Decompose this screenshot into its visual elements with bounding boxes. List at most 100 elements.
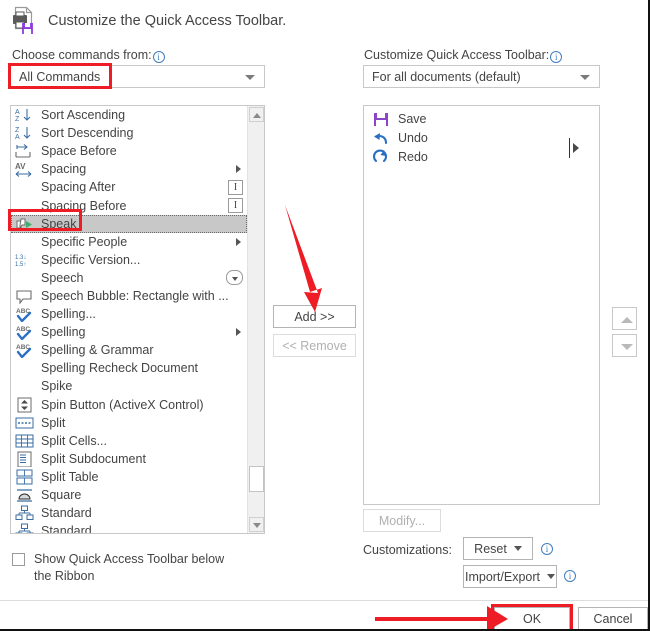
list-item[interactable]: ABC Spelling... (11, 305, 247, 323)
info-icon[interactable]: i (152, 51, 165, 63)
list-item[interactable]: Spin Button (ActiveX Control) (11, 396, 247, 414)
info-icon[interactable]: i (550, 51, 563, 63)
list-item-label: Specific Version... (41, 252, 141, 267)
list-item-label: Sort Ascending (41, 108, 126, 123)
move-down-arrow-icon[interactable] (612, 334, 637, 357)
customize-qat-text: Customize Quick Access Toolbar: (364, 48, 550, 62)
list-item[interactable]: AV Spacing (11, 160, 247, 178)
sort-descending-icon: Z A (15, 125, 35, 141)
list-item[interactable]: Specific People (11, 233, 247, 251)
list-item[interactable]: Redo (364, 147, 599, 166)
list-item-label: Sort Descending (41, 126, 134, 141)
available-commands-scrollbar[interactable] (247, 106, 264, 533)
scroll-down-arrow-icon[interactable] (249, 517, 264, 532)
list-item-label: Split (41, 415, 66, 430)
list-item[interactable]: Split Cells... (11, 432, 247, 450)
text-cursor-indicator (569, 138, 570, 158)
chevron-down-icon (513, 546, 522, 551)
speech-bubble-icon (15, 288, 35, 304)
list-item[interactable]: Square (11, 486, 247, 504)
svg-text:Z: Z (15, 127, 20, 134)
list-item[interactable]: 1.3↓ 1.5↑ Specific Version... (11, 251, 247, 269)
list-item[interactable]: Speech Bubble: Rectangle with ... (11, 287, 247, 305)
list-item-label: Spike (41, 379, 73, 394)
list-item-label: Standard (41, 506, 92, 521)
list-item-label: Square (41, 488, 82, 503)
chevron-down-icon (245, 74, 255, 80)
list-item-label: Speech Bubble: Rectangle with ... (41, 288, 229, 303)
choose-commands-value: All Commands (19, 69, 101, 84)
svg-text:1.5↑: 1.5↑ (15, 262, 26, 268)
list-item-label: Spelling... (41, 307, 96, 322)
split-cells-icon (15, 433, 35, 449)
ok-button-label: OK (522, 611, 542, 626)
customize-qat-label: Customize Quick Access Toolbar: i (364, 48, 563, 63)
scrollbar-thumb[interactable] (249, 466, 264, 492)
customize-qat-combobox[interactable]: For all documents (default) (363, 65, 600, 88)
spelling-abc-icon: ABC (15, 324, 35, 341)
textbox-icon: I (228, 180, 243, 196)
checkbox-box[interactable] (12, 553, 25, 566)
list-item[interactable]: Spacing After I (11, 178, 247, 196)
list-item[interactable]: Space Before (11, 142, 247, 160)
list-item[interactable]: Standard (11, 504, 247, 522)
list-item-label: Spelling Recheck Document (41, 361, 199, 376)
qat-commands-listbox[interactable]: Save Undo Redo (363, 105, 600, 505)
cancel-button[interactable]: Cancel (578, 607, 648, 629)
line-spacing-icon: 1.3↓ 1.5↑ (15, 252, 35, 268)
none (15, 179, 35, 195)
scroll-up-arrow-icon[interactable] (249, 107, 264, 122)
list-item[interactable]: Save (364, 109, 599, 128)
list-item[interactable]: Split Table (11, 468, 247, 486)
svg-text:A: A (15, 134, 20, 141)
choose-commands-from-combobox[interactable]: All Commands (10, 65, 265, 88)
available-commands-list[interactable]: A Z Sort Ascending Z A Sort Descending Sp… (11, 106, 247, 533)
list-item[interactable]: Standard (11, 522, 247, 533)
dialog-header: Customize the Quick Access Toolbar. (10, 6, 286, 36)
submenu-arrow-icon (236, 237, 241, 246)
spacing-av-icon: AV (15, 161, 35, 178)
list-item[interactable]: Spacing Before I (11, 196, 247, 214)
list-item[interactable]: Speak (11, 214, 247, 233)
textbox-icon: I (228, 198, 243, 214)
info-icon[interactable]: i (541, 543, 553, 555)
customize-qat-value: For all documents (default) (372, 69, 521, 84)
list-item[interactable]: A Z Sort Ascending (11, 106, 247, 124)
list-item-label: Spelling (41, 325, 86, 340)
space-before-icon (15, 143, 35, 159)
qat-commands-list[interactable]: Save Undo Redo (364, 109, 599, 166)
list-item[interactable]: Undo (364, 128, 599, 147)
available-commands-listbox[interactable]: A Z Sort Ascending Z A Sort Descending Sp… (10, 105, 265, 534)
ok-button[interactable]: OK (492, 605, 572, 629)
info-icon[interactable]: i (564, 570, 576, 582)
list-item-label: Split Subdocument (41, 451, 146, 466)
list-item-label: Specific People (41, 234, 128, 249)
submenu-arrow-icon (236, 165, 241, 174)
arrow-to-ok-button (375, 606, 508, 629)
list-item[interactable]: ABC Spelling (11, 323, 247, 341)
list-item-label: Spacing (41, 162, 87, 177)
none (15, 234, 35, 250)
chevron-down-icon (547, 574, 556, 579)
show-qat-below-ribbon-checkbox[interactable]: Show Quick Access Toolbar below the Ribb… (12, 551, 242, 585)
svg-text:1.3↓: 1.3↓ (15, 255, 26, 261)
move-up-arrow-icon[interactable] (612, 307, 637, 330)
split-table-icon (15, 469, 35, 485)
submenu-arrow-icon (236, 328, 241, 337)
list-item[interactable]: Spelling Recheck Document (11, 359, 247, 377)
reset-button[interactable]: Reset (463, 537, 533, 560)
choose-commands-from-label: Choose commands from: i (12, 48, 165, 63)
list-item[interactable]: Spike (11, 377, 247, 395)
list-item[interactable]: Split Subdocument (11, 450, 247, 468)
import-export-button[interactable]: Import/Export (463, 565, 557, 588)
customizations-label: Customizations: (363, 543, 452, 557)
none (15, 360, 35, 376)
list-item[interactable]: Speech (11, 269, 247, 287)
list-item[interactable]: Split (11, 414, 247, 432)
add-button[interactable]: Add >> (273, 305, 356, 328)
list-item[interactable]: Z A Sort Descending (11, 124, 247, 142)
show-qat-below-ribbon-label: Show Quick Access Toolbar below the Ribb… (34, 552, 225, 583)
chevron-down-icon (580, 74, 590, 80)
list-item[interactable]: ABC Spelling & Grammar (11, 341, 247, 359)
svg-text:A: A (15, 109, 20, 116)
